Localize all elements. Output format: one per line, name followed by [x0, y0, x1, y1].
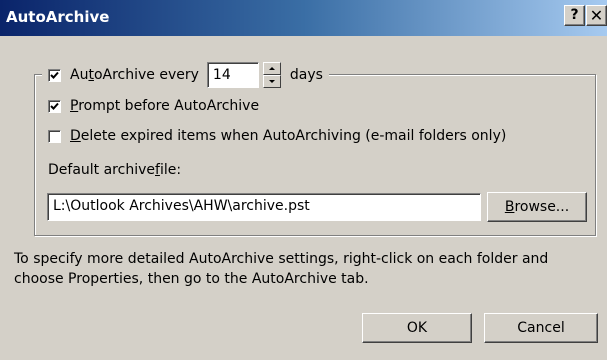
autoarchive-every-label: AutoArchive every — [70, 67, 199, 83]
days-spinner-input[interactable]: 14 — [206, 62, 259, 88]
prompt-row: Prompt before AutoArchive — [48, 95, 259, 117]
close-button[interactable]: ✕ — [586, 5, 607, 26]
window-title: AutoArchive — [6, 8, 110, 26]
info-text: To specify more detailed AutoArchive set… — [14, 251, 549, 287]
delete-expired-label: Delete expired items when AutoArchiving … — [70, 128, 507, 144]
help-button[interactable]: ? — [564, 5, 585, 26]
prompt-label: Prompt before AutoArchive — [70, 98, 260, 114]
title-bar[interactable]: AutoArchive ? ✕ — [0, 0, 607, 36]
ok-button[interactable]: OK — [362, 313, 472, 343]
days-spinner[interactable] — [262, 62, 281, 88]
days-label: days — [289, 67, 323, 83]
autoarchive-checkbox[interactable] — [48, 68, 61, 82]
autoarchive-dialog: AutoArchive ? ✕ AutoArchive every 14 day… — [0, 0, 607, 360]
checkmark-icon — [50, 71, 59, 79]
archive-file-input[interactable]: L:\Outlook Archives\AHW\archive.pst — [47, 193, 481, 221]
autoarchive-every-row: AutoArchive every 14 days — [42, 62, 329, 88]
checkmark-icon — [50, 102, 59, 110]
arrow-down-icon — [268, 80, 275, 83]
delete-expired-checkbox[interactable] — [48, 129, 61, 143]
archive-file-label: Default archive f ile: — [48, 162, 182, 178]
arrow-up-icon — [268, 67, 275, 70]
spin-up-button[interactable] — [262, 62, 281, 75]
browse-button[interactable]: Browse... — [487, 192, 587, 222]
spin-down-button[interactable] — [262, 75, 281, 88]
prompt-checkbox[interactable] — [48, 99, 61, 113]
delete-expired-row: Delete expired items when AutoArchiving … — [48, 125, 506, 147]
cancel-button[interactable]: Cancel — [484, 313, 598, 343]
